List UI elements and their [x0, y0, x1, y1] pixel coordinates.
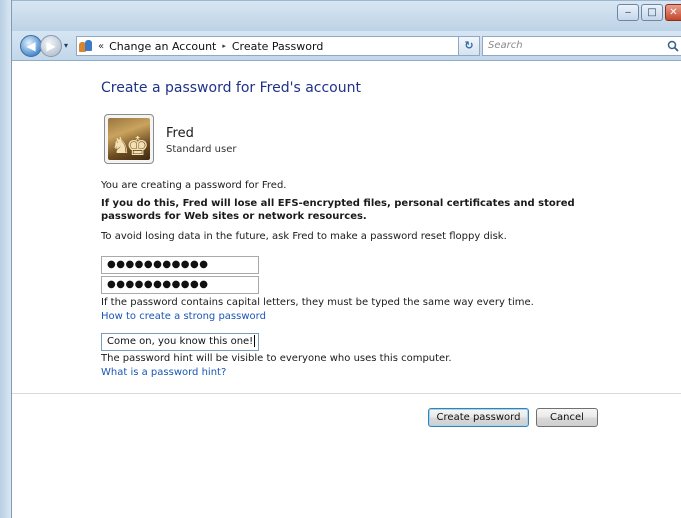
intro-text: You are creating a password for Fred.	[101, 180, 287, 191]
search-input[interactable]: Search	[482, 36, 681, 56]
maximize-button[interactable]: □	[641, 4, 663, 21]
close-icon: ✕	[669, 7, 678, 18]
cancel-button[interactable]: Cancel	[536, 408, 598, 427]
breadcrumb-create-password[interactable]: Create Password	[232, 40, 323, 53]
refresh-button[interactable]: ↻	[458, 36, 480, 56]
close-button[interactable]: ✕	[665, 4, 681, 21]
text-cursor	[254, 335, 256, 347]
reset-disk-advice: To avoid losing data in the future, ask …	[101, 231, 507, 242]
divider	[12, 393, 681, 394]
chess-pieces-avatar: ♞ ♚	[108, 118, 150, 160]
efs-warning: If you do this, Fred will lose all EFS-e…	[101, 198, 575, 222]
create-password-button[interactable]: Create password	[428, 408, 529, 427]
avatar: ♞ ♚	[104, 114, 154, 164]
maximize-icon: □	[647, 7, 657, 18]
confirm-password-field[interactable]: ●●●●●●●●●●●	[101, 276, 259, 294]
forward-arrow-icon: ▶	[46, 39, 56, 53]
breadcrumb-separator-icon[interactable]: ▸	[222, 42, 226, 50]
password-hint-value: Come on, you know this one!	[107, 336, 254, 347]
control-panel-window: ‒ □ ✕ ◀ ▶ ▾ « Change an Account ▸ Create…	[0, 0, 681, 518]
back-button[interactable]: ◀	[20, 35, 42, 57]
back-arrow-icon: ◀	[26, 39, 36, 53]
user-accounts-icon	[79, 39, 93, 53]
minimize-icon: ‒	[624, 7, 632, 18]
new-password-field[interactable]: ●●●●●●●●●●●	[101, 256, 259, 274]
breadcrumb-change-account[interactable]: Change an Account	[109, 40, 216, 53]
recent-pages-dropdown[interactable]: ▾	[64, 41, 68, 50]
hint-visibility-note: The password hint will be visible to eve…	[101, 353, 452, 364]
case-sensitivity-note: If the password contains capital letters…	[101, 297, 534, 308]
search-placeholder: Search	[488, 40, 523, 51]
breadcrumb[interactable]: « Change an Account ▸ Create Password ▾	[76, 36, 475, 56]
password-hint-help-link[interactable]: What is a password hint?	[101, 367, 226, 378]
breadcrumb-overflow[interactable]: «	[98, 41, 104, 52]
search-icon[interactable]	[667, 40, 679, 52]
minimize-button[interactable]: ‒	[617, 4, 639, 21]
password-hint-field[interactable]: Come on, you know this one!	[101, 333, 259, 351]
title-bar[interactable]: ‒ □ ✕	[12, 0, 681, 31]
forward-button[interactable]: ▶	[40, 35, 62, 57]
refresh-icon: ↻	[464, 39, 474, 52]
user-type: Standard user	[166, 144, 237, 155]
caption-buttons: ‒ □ ✕	[615, 4, 681, 21]
page-title: Create a password for Fred's account	[101, 80, 361, 96]
window-left-border	[0, 0, 12, 518]
strong-password-link[interactable]: How to create a strong password	[101, 311, 266, 322]
user-name: Fred	[166, 126, 194, 141]
